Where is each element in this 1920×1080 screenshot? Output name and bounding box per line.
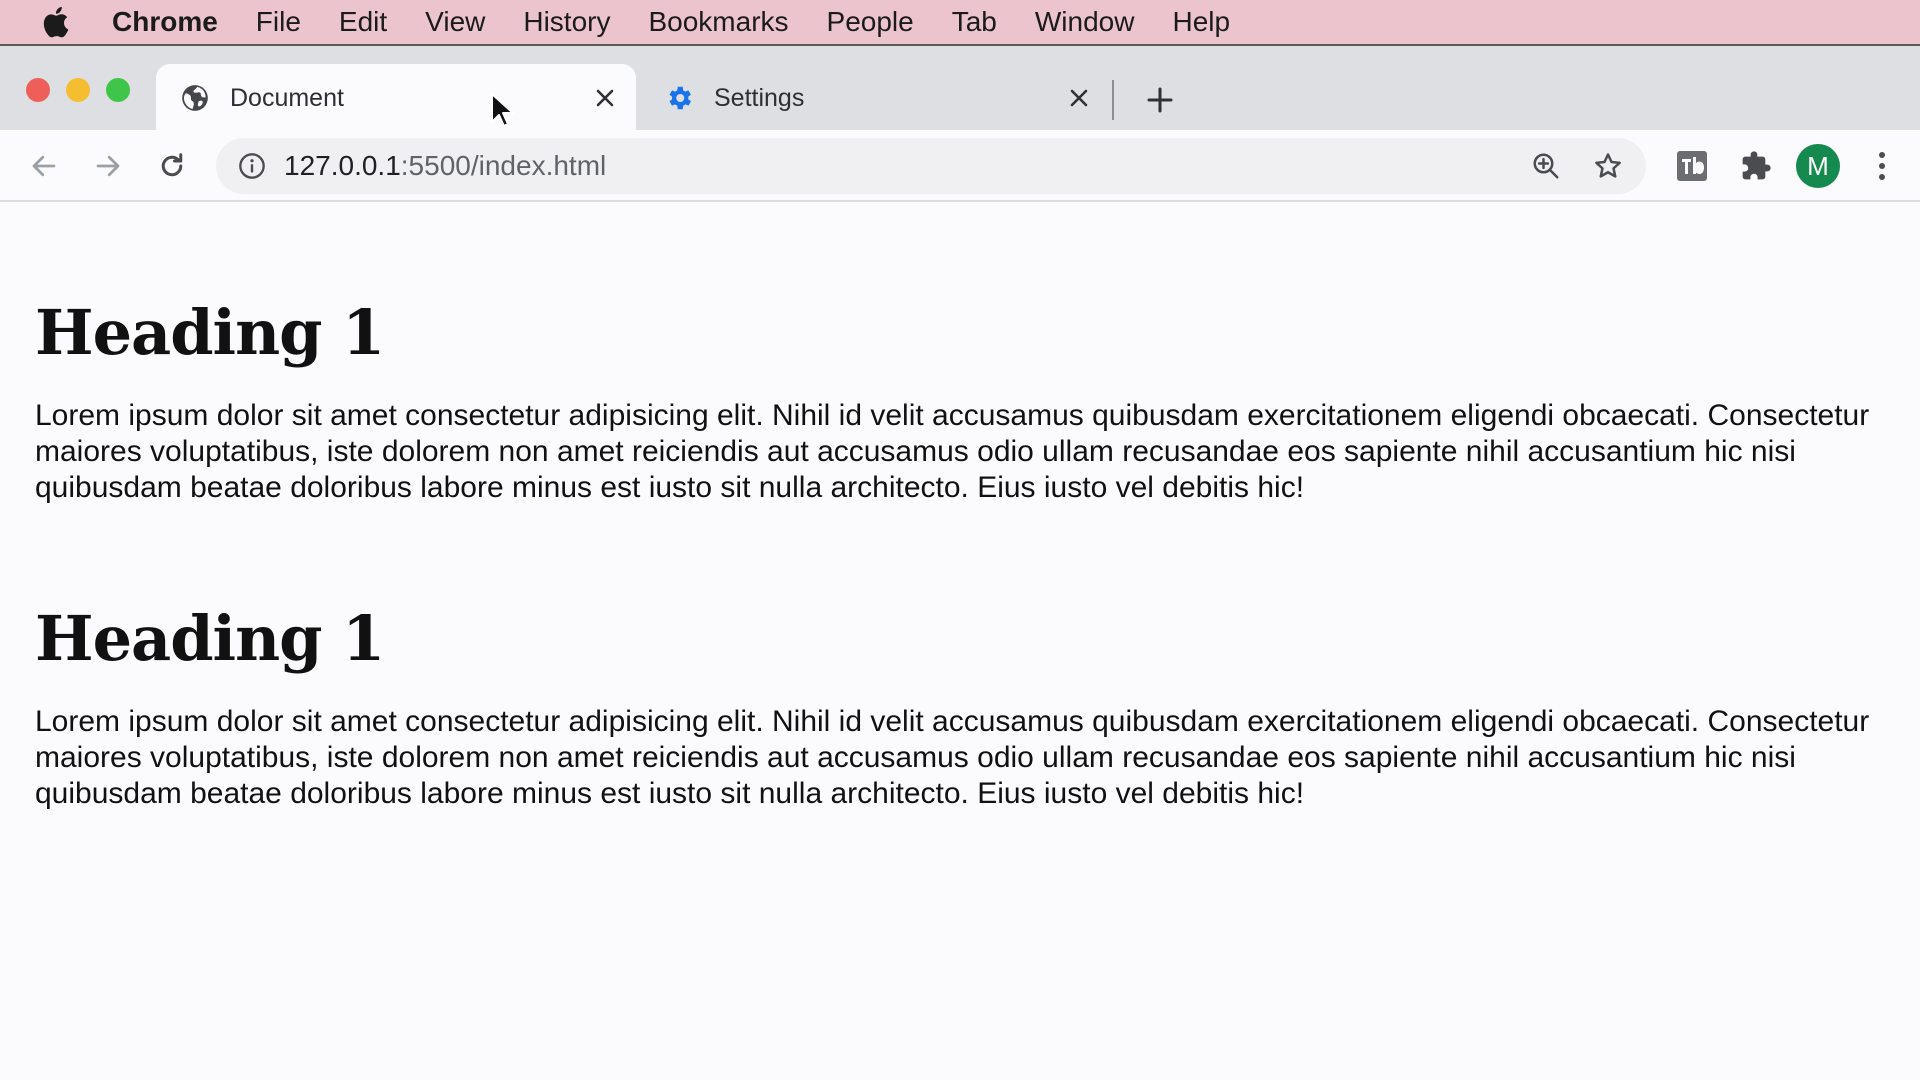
tab-title: Settings — [714, 83, 805, 112]
menu-edit[interactable]: Edit — [339, 6, 387, 38]
menu-help[interactable]: Help — [1172, 6, 1230, 38]
gear-icon — [664, 83, 694, 113]
menu-chrome[interactable]: Chrome — [112, 6, 218, 38]
menu-people[interactable]: People — [827, 6, 914, 38]
url-host: 127.0.0.1 — [284, 150, 401, 181]
menu-history[interactable]: History — [523, 6, 610, 38]
page-paragraph: Lorem ipsum dolor sit amet consectetur a… — [35, 399, 1870, 504]
zoom-icon[interactable] — [1528, 148, 1564, 184]
page-heading: Heading 1 — [35, 296, 385, 369]
menu-file[interactable]: File — [256, 6, 301, 38]
minimize-window-button[interactable] — [66, 78, 90, 102]
menu-view[interactable]: View — [425, 6, 485, 38]
close-tab-icon[interactable] — [1062, 81, 1096, 115]
reload-icon[interactable] — [150, 144, 194, 188]
back-arrow-icon[interactable] — [22, 144, 66, 188]
page-viewport: Heading 1 Lorem ipsum dolor sit amet con… — [0, 202, 1920, 1080]
close-tab-icon[interactable] — [588, 81, 622, 115]
forward-arrow-icon[interactable] — [86, 144, 130, 188]
menu-window[interactable]: Window — [1035, 6, 1135, 38]
tab-title: Document — [230, 83, 344, 112]
content-section: Heading 1 Lorem ipsum dolor sit amet con… — [35, 298, 1895, 506]
menu-bookmarks[interactable]: Bookmarks — [648, 6, 788, 38]
extensions-puzzle-icon[interactable] — [1738, 148, 1774, 184]
address-bar[interactable]: 127.0.0.1:5500/index.html — [216, 138, 1646, 194]
mouse-cursor-icon — [491, 93, 514, 127]
globe-icon — [180, 83, 210, 113]
content-section: Heading 1 Lorem ipsum dolor sit amet con… — [35, 604, 1895, 812]
tab-strip: Document Settings — [0, 44, 1920, 132]
tab-settings[interactable]: Settings — [640, 64, 1110, 132]
more-menu-icon[interactable] — [1868, 148, 1896, 184]
page-heading: Heading 1 — [35, 602, 385, 675]
profile-avatar[interactable]: M — [1796, 144, 1840, 188]
bookmark-star-icon[interactable] — [1590, 148, 1626, 184]
tab-document[interactable]: Document — [156, 64, 636, 132]
extension-tb-icon[interactable] — [1674, 148, 1710, 184]
browser-toolbar: 127.0.0.1:5500/index.html M — [0, 130, 1920, 202]
page-paragraph: Lorem ipsum dolor sit amet consectetur a… — [35, 705, 1870, 810]
info-icon[interactable] — [236, 150, 268, 182]
menu-tab[interactable]: Tab — [952, 6, 997, 38]
url-path: :5500/index.html — [400, 150, 607, 181]
new-tab-plus-icon[interactable] — [1140, 80, 1180, 120]
maximize-window-button[interactable] — [106, 78, 130, 102]
macos-menu-bar: Chrome File Edit View History Bookmarks … — [0, 0, 1920, 44]
close-window-button[interactable] — [26, 78, 50, 102]
url-text[interactable]: 127.0.0.1:5500/index.html — [284, 150, 606, 182]
tab-separator — [1112, 80, 1114, 120]
apple-logo-icon[interactable] — [40, 5, 70, 39]
